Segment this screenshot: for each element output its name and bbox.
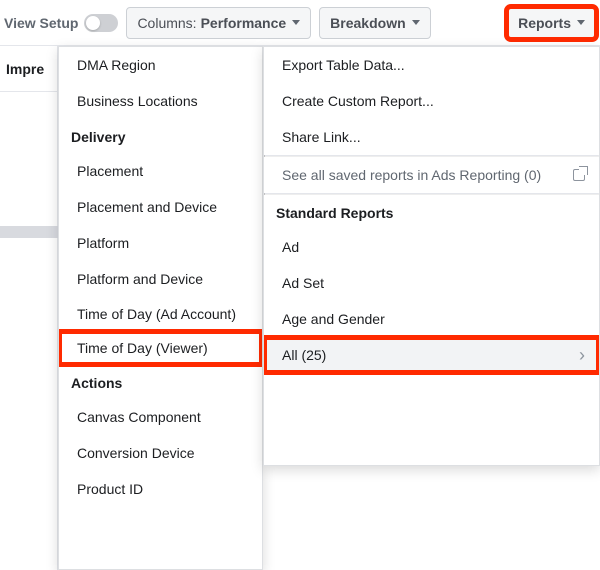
menu-item[interactable]: Platform and Device xyxy=(59,261,262,297)
breakdown-button[interactable]: Breakdown xyxy=(319,7,430,39)
menu-item-label: Placement and Device xyxy=(77,198,217,216)
menu-item[interactable]: Ad xyxy=(264,229,599,265)
toolbar: View Setup Columns: Performance Breakdow… xyxy=(0,0,600,46)
table-row-placeholder xyxy=(0,226,58,238)
menu-item[interactable]: Conversion Device xyxy=(59,435,262,471)
menu-item-label: DMA Region xyxy=(77,56,156,74)
menu-item-label: All (25) xyxy=(282,346,326,364)
menu-item-create-report[interactable]: Create Custom Report... xyxy=(264,83,599,119)
menu-section-header: Actions xyxy=(59,365,262,399)
menu-item-label: Product ID xyxy=(77,480,143,498)
menu-item-label: Business Locations xyxy=(77,92,198,110)
menu-item-export[interactable]: Export Table Data... xyxy=(264,47,599,83)
menu-item-label: Canvas Component xyxy=(77,408,201,426)
menu-item[interactable]: Time of Day (Ad Account) xyxy=(59,297,262,331)
menu-item-label: Conversion Device xyxy=(77,444,195,462)
view-setup-group: View Setup xyxy=(4,14,118,32)
menu-item[interactable]: Placement and Device xyxy=(59,189,262,225)
reports-label: Reports xyxy=(518,15,571,31)
menu-item-label: Share Link... xyxy=(282,128,361,146)
menu-item-label: Export Table Data... xyxy=(282,56,405,74)
menu-section-header: Standard Reports xyxy=(264,195,599,229)
table-left-column: Impre xyxy=(0,46,58,570)
external-link-icon xyxy=(573,169,585,181)
columns-button[interactable]: Columns: Performance xyxy=(126,7,311,39)
menu-item-label: Platform xyxy=(77,234,129,252)
columns-value: Performance xyxy=(201,15,287,31)
view-setup-label: View Setup xyxy=(4,15,78,31)
menu-item-label: Age and Gender xyxy=(282,310,385,328)
columns-dropdown: DMA Region Business Locations Delivery P… xyxy=(58,46,263,570)
column-header-impressions: Impre xyxy=(0,46,57,92)
menu-item-label: Time of Day (Viewer) xyxy=(77,339,208,357)
menu-section-header: Delivery xyxy=(59,119,262,153)
menu-item-label: Placement xyxy=(77,162,143,180)
breakdown-label: Breakdown xyxy=(330,15,405,31)
menu-item[interactable]: Canvas Component xyxy=(59,399,262,435)
caret-down-icon xyxy=(577,20,585,25)
stage: Impre DMA Region Business Locations Deli… xyxy=(0,46,600,570)
menu-item[interactable]: Ad Set xyxy=(264,265,599,301)
menu-item-saved-reports[interactable]: See all saved reports in Ads Reporting (… xyxy=(264,157,599,193)
columns-prefix: Columns: xyxy=(137,15,196,31)
menu-item[interactable]: DMA Region xyxy=(59,47,262,83)
menu-item-label: Platform and Device xyxy=(77,270,203,288)
menu-item-share-link[interactable]: Share Link... xyxy=(264,119,599,155)
caret-down-icon xyxy=(412,20,420,25)
menu-item-label: See all saved reports in Ads Reporting (… xyxy=(282,166,541,184)
menu-item[interactable]: Business Locations xyxy=(59,83,262,119)
menu-item[interactable]: Platform xyxy=(59,225,262,261)
menu-item-all[interactable]: All (25) › xyxy=(264,337,599,373)
menu-item[interactable]: Age and Gender xyxy=(264,301,599,337)
menu-item-label: Ad xyxy=(282,238,299,256)
reports-button[interactable]: Reports xyxy=(507,7,596,39)
caret-down-icon xyxy=(292,20,300,25)
menu-item-label: Time of Day (Ad Account) xyxy=(77,305,236,323)
menu-item[interactable]: Placement xyxy=(59,153,262,189)
menu-item-label: Create Custom Report... xyxy=(282,92,434,110)
view-setup-toggle[interactable] xyxy=(84,14,118,32)
menu-item[interactable]: Product ID xyxy=(59,471,262,507)
chevron-right-icon: › xyxy=(579,348,585,362)
menu-item-time-of-day-viewer[interactable]: Time of Day (Viewer) xyxy=(59,331,262,365)
menu-item-label: Ad Set xyxy=(282,274,324,292)
reports-dropdown: Export Table Data... Create Custom Repor… xyxy=(263,46,600,466)
